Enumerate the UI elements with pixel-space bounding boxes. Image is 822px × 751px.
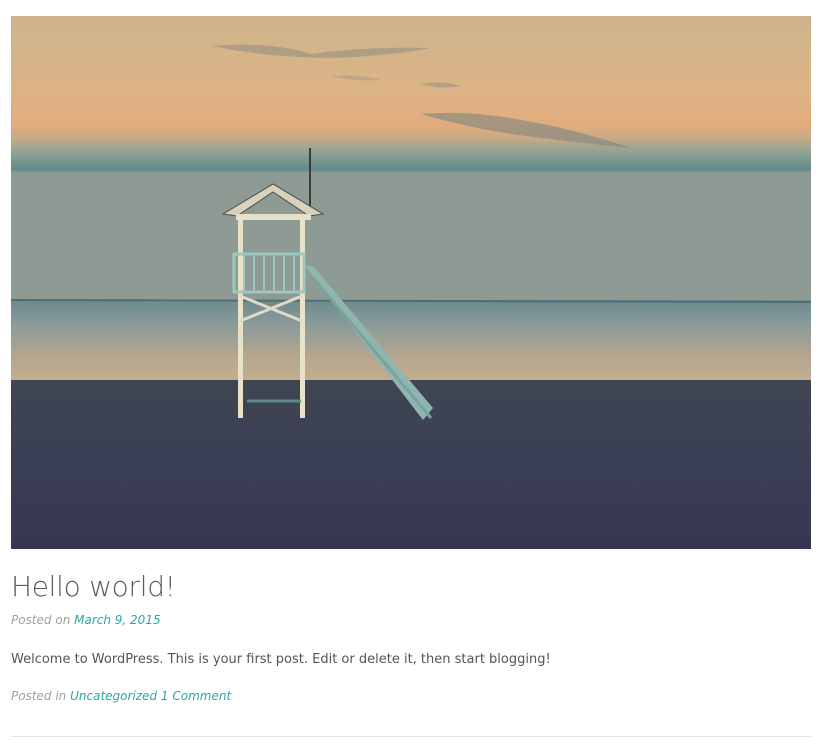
posted-in-label: Posted in [11,689,67,703]
posted-on-label: Posted on [11,613,71,627]
post-divider [11,736,811,737]
featured-image[interactable] [11,16,811,549]
post-meta: Posted on March 9, 2015 [11,613,161,627]
beach-lifeguard-tower-photo [11,16,811,549]
post-footer: Posted in Uncategorized 1 Comment [11,689,231,703]
post-date-link[interactable]: March 9, 2015 [74,613,160,627]
category-link[interactable]: Uncategorized [70,689,157,703]
post-content: Welcome to WordPress. This is your first… [11,652,551,667]
post-title[interactable]: Hello world! [11,570,176,603]
blog-post: Hello world! Posted on March 9, 2015 Wel… [0,0,822,751]
comments-link[interactable]: 1 Comment [161,689,231,703]
